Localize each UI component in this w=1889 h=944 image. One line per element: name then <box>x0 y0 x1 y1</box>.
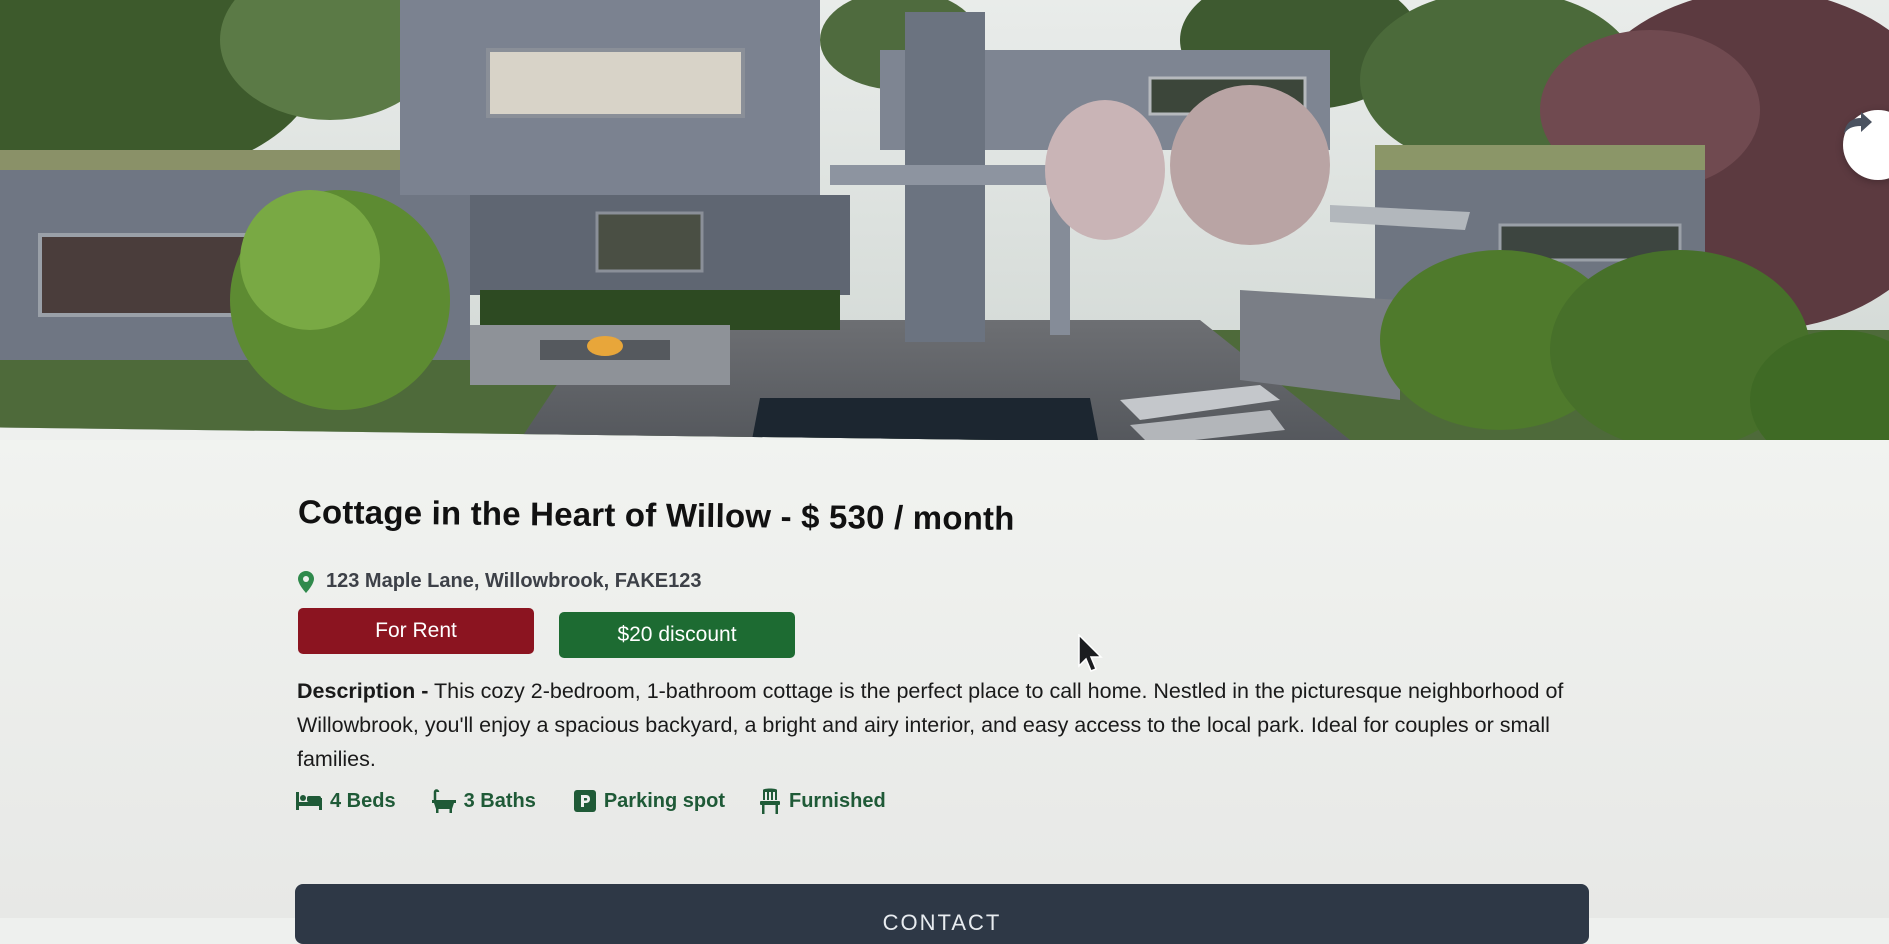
bath-icon <box>431 789 456 813</box>
hero-image <box>0 0 1889 450</box>
listing-address: 123 Maple Lane, Willowbrook, FAKE123 <box>298 570 701 593</box>
parking-icon <box>573 790 596 812</box>
feature-furnished-label: Furnished <box>788 789 886 812</box>
bed-icon <box>296 792 322 810</box>
feature-parking-label: Parking spot <box>603 789 725 812</box>
feature-furnished: Furnished <box>759 788 886 814</box>
feature-baths: 3 Baths <box>431 788 536 814</box>
discount-badge: $20 discount <box>559 612 795 658</box>
feature-parking: Parking spot <box>573 788 725 814</box>
house-illustration <box>0 0 1889 450</box>
contact-button[interactable]: CONTACT <box>295 884 1589 944</box>
feature-list: 4 Beds 3 Baths Parking spot Furnished <box>296 788 886 814</box>
share-arrow-icon <box>1844 112 1872 134</box>
description-text: This cozy 2-bedroom, 1-bathroom cottage … <box>297 679 1564 771</box>
feature-beds: 4 Beds <box>296 788 396 814</box>
feature-baths-label: 3 Baths <box>463 789 536 812</box>
address-text: 123 Maple Lane, Willowbrook, FAKE123 <box>326 570 702 592</box>
location-pin-icon <box>298 570 314 593</box>
chair-icon <box>759 788 780 814</box>
listing-title: Cottage in the Heart of Willow - $ 530 /… <box>297 493 1015 537</box>
for-rent-badge: For Rent <box>298 608 534 654</box>
feature-beds-label: 4 Beds <box>330 789 396 812</box>
mouse-cursor-icon <box>1078 634 1103 672</box>
listing-description: Description - This cozy 2-bedroom, 1-bat… <box>297 674 1587 776</box>
description-label: Description - <box>297 679 429 703</box>
